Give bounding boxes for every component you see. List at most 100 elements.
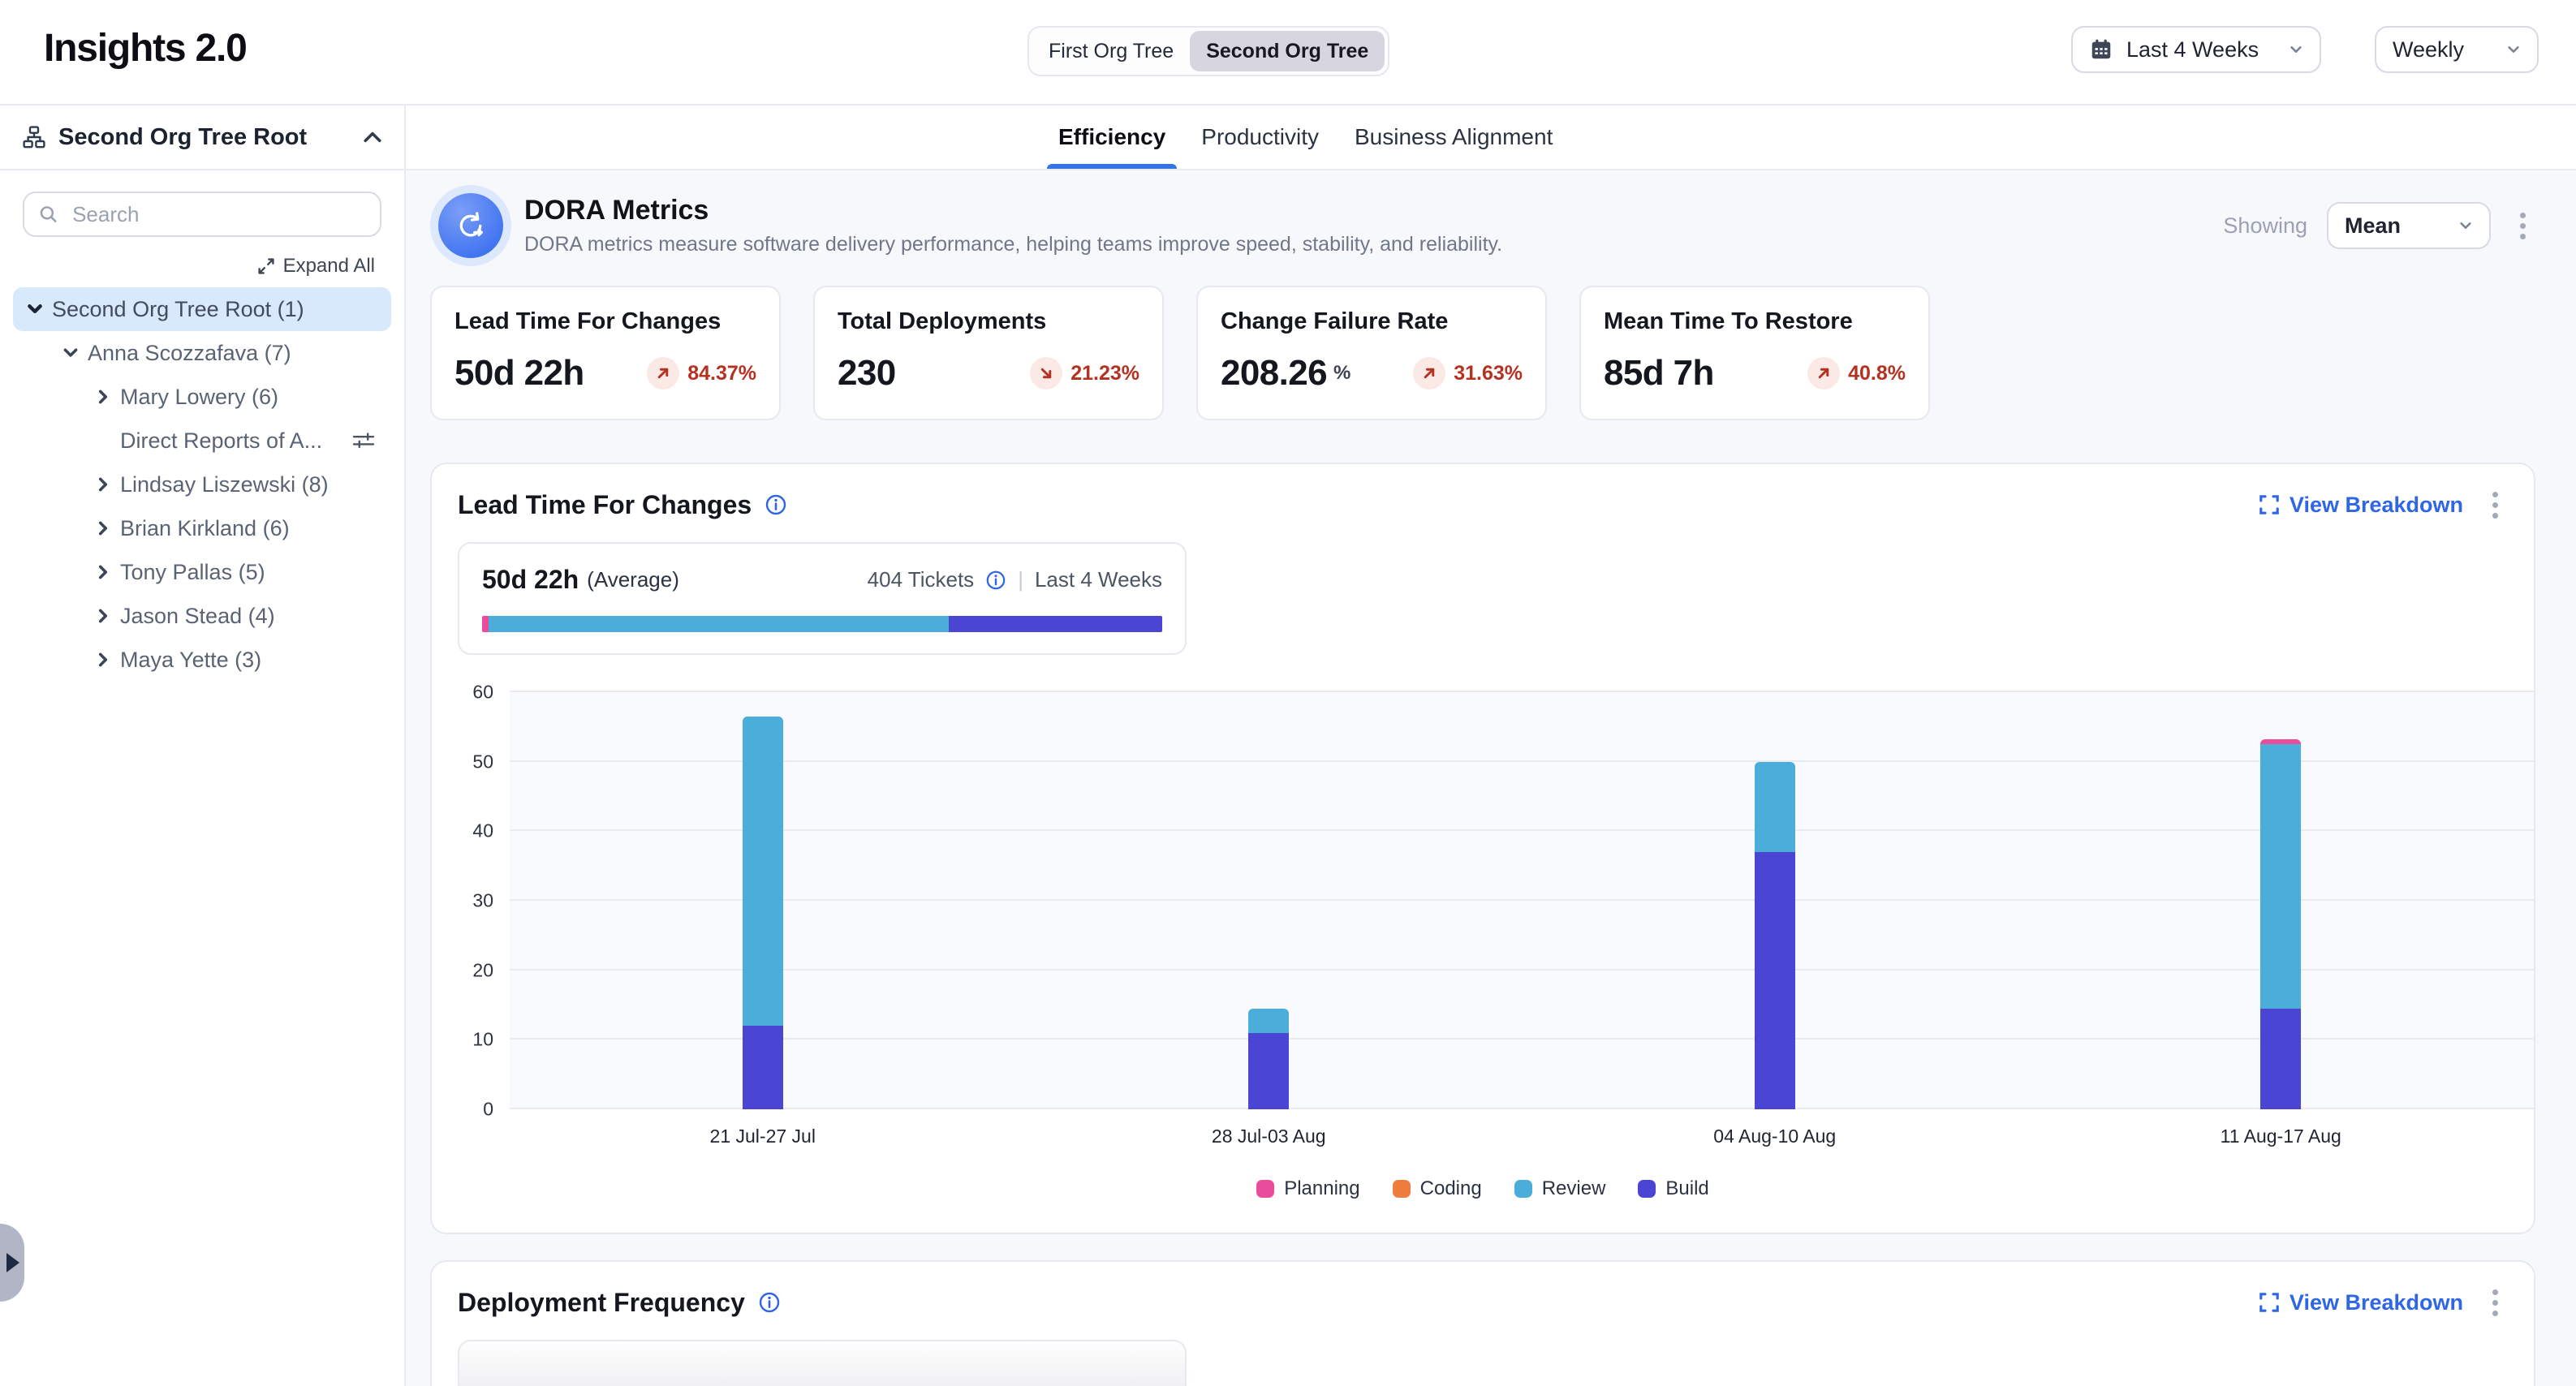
chevron-down-icon[interactable]: [23, 297, 47, 321]
tab-business-alignment[interactable]: Business Alignment: [1355, 105, 1553, 169]
showing-label: Showing: [2223, 213, 2307, 239]
stacked-bar[interactable]: [2260, 692, 2301, 1109]
tree-item[interactable]: Brian Kirkland (6): [0, 506, 404, 550]
filter-sliders-icon[interactable]: [352, 430, 375, 451]
lead-time-header: Lead Time For Changes View Breakdown: [458, 487, 2508, 523]
summary-stacked-bar: [482, 616, 1162, 632]
tree-item[interactable]: Maya Yette (3): [0, 638, 404, 682]
y-axis-tick-label: 40: [472, 820, 493, 842]
chevron-right-icon[interactable]: [91, 604, 115, 628]
chart-column: 11 Aug-17 Aug: [2028, 692, 2535, 1109]
chevron-down-icon[interactable]: [58, 341, 83, 365]
tree-item[interactable]: Mary Lowery (6): [0, 375, 404, 419]
calendar-icon: [2089, 37, 2113, 62]
metric-delta-value: 31.63%: [1454, 362, 1523, 385]
legend-item-planning[interactable]: Planning: [1256, 1177, 1359, 1200]
legend-swatch: [1256, 1180, 1274, 1198]
legend-item-review[interactable]: Review: [1514, 1177, 1606, 1200]
chevron-right-icon[interactable]: [91, 385, 115, 409]
metric-card: Mean Time To Restore85d 7h40.8%: [1579, 286, 1930, 420]
deployment-frequency-section: Deployment Frequency View Breakdown: [430, 1260, 2535, 1386]
tree-item[interactable]: Tony Pallas (5): [0, 550, 404, 594]
stacked-bar[interactable]: [1755, 692, 1795, 1109]
tree-item-label: Direct Reports of A...: [120, 428, 322, 454]
metric-delta: 21.23%: [1030, 357, 1139, 390]
chart-column: 21 Jul-27 Jul: [510, 692, 1016, 1109]
granularity-select[interactable]: Weekly: [2375, 26, 2539, 73]
app-root: Insights 2.0 First Org TreeSecond Org Tr…: [0, 0, 2576, 1386]
lead-time-kebab-menu[interactable]: [2483, 485, 2508, 525]
view-breakdown-button[interactable]: View Breakdown: [2259, 1290, 2463, 1315]
sidebar-header[interactable]: Second Org Tree Root: [0, 105, 406, 170]
chevron-right-icon[interactable]: [91, 516, 115, 540]
deployment-title: Deployment Frequency: [458, 1288, 745, 1318]
tree-item-label: Anna Scozzafava (7): [88, 341, 291, 366]
metric-delta-value: 21.23%: [1070, 362, 1139, 385]
x-axis-tick-label: 28 Jul-03 Aug: [1212, 1126, 1326, 1147]
tree-item[interactable]: Direct Reports of A...: [0, 419, 404, 463]
bar-segment-build: [1248, 1033, 1289, 1109]
chevron-right-icon[interactable]: [91, 560, 115, 584]
chevron-right-icon[interactable]: [91, 472, 115, 497]
app-title: Insights 2.0: [44, 26, 247, 71]
x-axis-tick-label: 21 Jul-27 Jul: [710, 1126, 816, 1147]
search-input[interactable]: [69, 200, 365, 229]
dora-header: DORA Metrics DORA metrics measure softwa…: [430, 193, 2535, 258]
tree-item[interactable]: Anna Scozzafava (7): [0, 331, 404, 375]
info-icon[interactable]: [758, 1291, 781, 1314]
stacked-bar[interactable]: [743, 692, 783, 1109]
metric-value: 85d 7h: [1604, 353, 1714, 394]
tree-item[interactable]: Jason Stead (4): [0, 594, 404, 638]
date-range-select[interactable]: Last 4 Weeks: [2071, 26, 2321, 73]
metric-card: Change Failure Rate208.26%31.63%: [1196, 286, 1547, 420]
y-axis-tick-label: 60: [472, 682, 493, 704]
bar-segment-review: [1755, 762, 1795, 852]
metric-delta: 84.37%: [647, 357, 756, 390]
legend-item-build[interactable]: Build: [1638, 1177, 1708, 1200]
metric-delta-value: 40.8%: [1848, 362, 1906, 385]
tree-item[interactable]: Second Org Tree Root (1): [13, 287, 391, 331]
sidebar-collapse-handle[interactable]: [0, 1224, 24, 1302]
info-icon[interactable]: [985, 570, 1006, 591]
y-axis-tick-label: 20: [472, 959, 493, 981]
org-tree: Second Org Tree Root (1) Anna Scozzafava …: [0, 287, 404, 682]
expand-all-button[interactable]: Expand All: [29, 255, 375, 278]
collapse-caret-icon[interactable]: [364, 131, 381, 143]
metric-cards: Lead Time For Changes50d 22h84.37%Total …: [430, 286, 2535, 420]
legend-label: Planning: [1284, 1177, 1359, 1200]
org-toggle-option[interactable]: Second Org Tree: [1190, 31, 1385, 71]
x-axis-tick-label: 11 Aug-17 Aug: [2221, 1126, 2341, 1147]
tab-efficiency[interactable]: Efficiency: [1058, 105, 1165, 169]
search-box[interactable]: [23, 192, 381, 237]
metric-delta-value: 84.37%: [687, 362, 756, 385]
tree-item[interactable]: Lindsay Liszewski (8): [0, 463, 404, 506]
aggregation-select[interactable]: Mean: [2327, 202, 2491, 249]
sidebar: Expand All Second Org Tree Root (1) Anna …: [0, 170, 406, 1386]
summary-separator: |: [1018, 567, 1023, 592]
legend-item-coding[interactable]: Coding: [1393, 1177, 1482, 1200]
tree-item-label: Tony Pallas (5): [120, 560, 265, 585]
dora-kebab-menu[interactable]: [2510, 206, 2535, 246]
metric-value: 208.26: [1221, 353, 1327, 394]
trend-up-icon: [647, 357, 679, 390]
stacked-bar[interactable]: [1248, 692, 1289, 1109]
view-breakdown-button[interactable]: View Breakdown: [2259, 493, 2463, 518]
lead-time-summary-card: 50d 22h (Average) 404 Tickets | Last 4 W…: [458, 542, 1187, 655]
tab-productivity[interactable]: Productivity: [1201, 105, 1319, 169]
legend-swatch: [1393, 1180, 1411, 1198]
org-tree-toggle[interactable]: First Org TreeSecond Org Tree: [1027, 26, 1389, 76]
chevron-right-icon[interactable]: [91, 648, 115, 672]
summary-bar-segment-planning: [482, 616, 489, 632]
legend-swatch: [1514, 1180, 1532, 1198]
metric-value: 230: [838, 353, 896, 394]
org-toggle-option[interactable]: First Org Tree: [1032, 31, 1190, 71]
deployment-summary-card: [458, 1340, 1187, 1386]
deployment-kebab-menu[interactable]: [2483, 1283, 2508, 1323]
header-controls: Last 4 Weeks Weekly: [2071, 26, 2539, 73]
bar-segment-review: [2260, 744, 2301, 1009]
y-axis-tick-label: 50: [472, 751, 493, 773]
info-icon[interactable]: [765, 493, 787, 516]
lead-time-chart[interactable]: 010203040506021 Jul-27 Jul28 Jul-03 Aug0…: [510, 692, 2534, 1109]
metric-title: Lead Time For Changes: [454, 308, 756, 335]
chart-columns: 21 Jul-27 Jul28 Jul-03 Aug04 Aug-10 Aug1…: [510, 692, 2534, 1109]
